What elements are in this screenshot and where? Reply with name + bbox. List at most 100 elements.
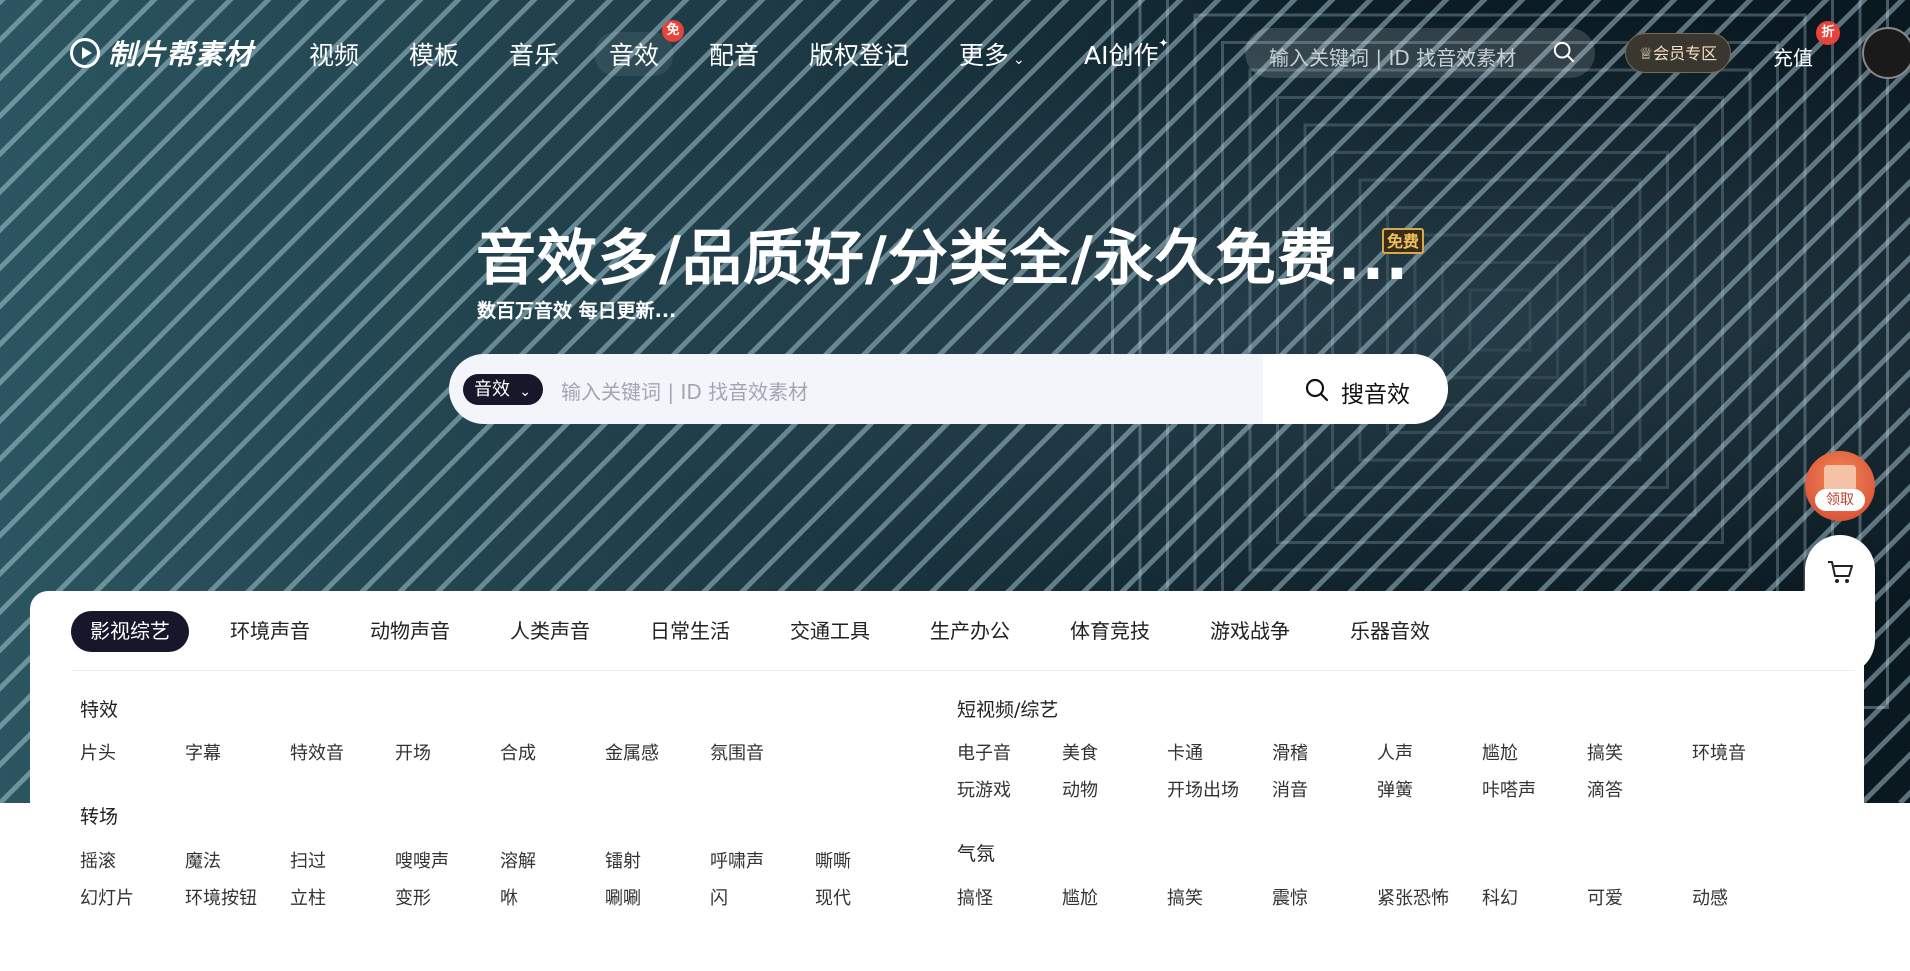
category-item[interactable]: 开场出场 [1167, 776, 1239, 802]
group-title-transitions: 转场 [80, 806, 119, 828]
tab-daily-life[interactable]: 日常生活 [650, 611, 730, 652]
category-item[interactable]: 氛围音 [710, 739, 764, 765]
category-item[interactable]: 尴尬 [1482, 739, 1518, 765]
category-item[interactable]: 搞笑 [1587, 739, 1623, 765]
category-item[interactable]: 紧张恐怖 [1377, 884, 1449, 910]
user-avatar[interactable] [1862, 27, 1910, 79]
nav-item-copyright[interactable]: 版权登记 [809, 36, 909, 72]
group-title-effects: 特效 [80, 699, 119, 721]
chevron-down-icon: ⌄ [1013, 52, 1025, 68]
nav-item-ai-create[interactable]: AI创作✦ [1084, 36, 1169, 72]
category-item[interactable]: 动感 [1692, 884, 1728, 910]
group-title-short-video: 短视频/综艺 [957, 699, 1059, 721]
search-type-dropdown[interactable]: 音效 ⌄ [463, 374, 543, 405]
logo-play-icon [70, 38, 100, 68]
category-item[interactable]: 闪 [710, 884, 728, 910]
category-item[interactable]: 摇滚 [80, 847, 116, 873]
hero-headline: 音效多/品质好/分类全/永久免费... [476, 224, 1410, 294]
crown-icon: ♕ [1638, 44, 1654, 63]
nav-item-sound-effects[interactable]: 音效 [595, 32, 674, 76]
vip-zone-button[interactable]: ♕会员专区 [1625, 33, 1731, 73]
nav-item-video[interactable]: 视频 [309, 36, 359, 72]
header-search[interactable]: 输入关键词 | ID 找音效素材 [1245, 28, 1595, 78]
category-item[interactable]: 美食 [1062, 739, 1098, 765]
search-sound-button[interactable]: 搜音效 [1263, 354, 1448, 424]
category-item[interactable]: 咻 [500, 884, 518, 910]
category-item[interactable]: 滴答 [1587, 776, 1623, 802]
group-title-atmosphere: 气氛 [957, 843, 996, 865]
category-item[interactable]: 玩游戏 [957, 776, 1011, 802]
category-item[interactable]: 开场 [395, 739, 431, 765]
category-item[interactable]: 魔法 [185, 847, 221, 873]
nav-item-template[interactable]: 模板 [409, 36, 459, 72]
nav-item-voiceover[interactable]: 配音 [709, 36, 759, 72]
hero-subheadline: 数百万音效 每日更新... [477, 300, 677, 322]
category-item[interactable]: 人声 [1377, 739, 1413, 765]
category-item[interactable]: 搞怪 [957, 884, 993, 910]
cart-icon[interactable] [1826, 559, 1854, 585]
category-item[interactable]: 环境音 [1692, 739, 1746, 765]
category-item[interactable]: 立柱 [290, 884, 326, 910]
category-item[interactable]: 幻灯片 [80, 884, 134, 910]
category-item[interactable]: 扫过 [290, 847, 326, 873]
category-panel: 影视综艺 环境声音 动物声音 人类声音 日常生活 交通工具 生产办公 体育竞技 … [30, 591, 1864, 971]
category-item[interactable]: 可爱 [1587, 884, 1623, 910]
category-item[interactable]: 搞笑 [1167, 884, 1203, 910]
category-item[interactable]: 变形 [395, 884, 431, 910]
category-item[interactable]: 震惊 [1272, 884, 1308, 910]
category-item[interactable]: 消音 [1272, 776, 1308, 802]
category-item[interactable]: 现代 [815, 884, 851, 910]
category-item[interactable]: 尴尬 [1062, 884, 1098, 910]
nav-item-more[interactable]: 更多 ⌄ [959, 36, 1025, 72]
tab-animal[interactable]: 动物声音 [370, 611, 450, 652]
top-navigation: 制片帮素材 视频 模板 音乐 音效 免 配音 版权登记 更多 ⌄ AI创作✦ 输入… [0, 0, 1910, 108]
category-item[interactable]: 镭射 [605, 847, 641, 873]
tab-film-variety[interactable]: 影视综艺 [71, 611, 189, 652]
category-item[interactable]: 片头 [80, 739, 116, 765]
category-item[interactable]: 弹簧 [1377, 776, 1413, 802]
tab-sports[interactable]: 体育竞技 [1070, 611, 1150, 652]
category-item[interactable]: 滑稽 [1272, 739, 1308, 765]
sparkle-icon: ✦ [1158, 36, 1169, 50]
category-item[interactable]: 科幻 [1482, 884, 1518, 910]
free-tag: 免费 [1382, 228, 1424, 254]
category-item[interactable]: 电子音 [957, 739, 1011, 765]
recharge-link[interactable]: 充值 [1773, 42, 1813, 71]
category-item[interactable]: 特效音 [290, 739, 344, 765]
nav-item-music[interactable]: 音乐 [509, 36, 559, 72]
tab-instrument[interactable]: 乐器音效 [1350, 611, 1430, 652]
category-item[interactable]: 咔嗒声 [1482, 776, 1536, 802]
main-search-bar: 音效 ⌄ 输入关键词 | ID 找音效素材 搜音效 [449, 354, 1448, 424]
tab-game-war[interactable]: 游戏战争 [1210, 611, 1290, 652]
category-item[interactable]: 唰唰 [605, 884, 641, 910]
chevron-down-icon: ⌄ [519, 384, 531, 400]
category-item[interactable]: 动物 [1062, 776, 1098, 802]
gift-claim-label: 领取 [1815, 489, 1865, 511]
category-item[interactable]: 字幕 [185, 739, 221, 765]
site-logo[interactable]: 制片帮素材 [70, 33, 253, 73]
vip-zone-label: 会员专区 [1653, 44, 1718, 63]
tab-environment[interactable]: 环境声音 [230, 611, 310, 652]
logo-text: 制片帮素材 [108, 38, 254, 71]
category-item[interactable]: 金属感 [605, 739, 659, 765]
category-item[interactable]: 溶解 [500, 847, 536, 873]
search-button-label: 搜音效 [1341, 382, 1410, 408]
discount-badge: 折 [1816, 21, 1840, 45]
tab-transport[interactable]: 交通工具 [790, 611, 870, 652]
category-item[interactable]: 呼啸声 [710, 847, 764, 873]
tab-office[interactable]: 生产办公 [930, 611, 1010, 652]
nav-free-badge: 免 [662, 20, 684, 42]
gift-claim-button[interactable]: 领取 [1805, 451, 1875, 521]
nav-ai-label: AI创作 [1084, 41, 1159, 70]
category-item[interactable]: 嘶嘶 [815, 847, 851, 873]
search-icon[interactable] [1553, 41, 1575, 63]
search-icon [1305, 378, 1329, 402]
main-search-input[interactable]: 输入关键词 | ID 找音效素材 [561, 376, 808, 405]
category-item[interactable]: 环境按钮 [185, 884, 257, 910]
header-search-placeholder: 输入关键词 | ID 找音效素材 [1269, 46, 1517, 70]
tab-human[interactable]: 人类声音 [510, 611, 590, 652]
tab-divider [71, 670, 1855, 671]
category-item[interactable]: 卡通 [1167, 739, 1203, 765]
category-item[interactable]: 合成 [500, 739, 536, 765]
category-item[interactable]: 嗖嗖声 [395, 847, 449, 873]
